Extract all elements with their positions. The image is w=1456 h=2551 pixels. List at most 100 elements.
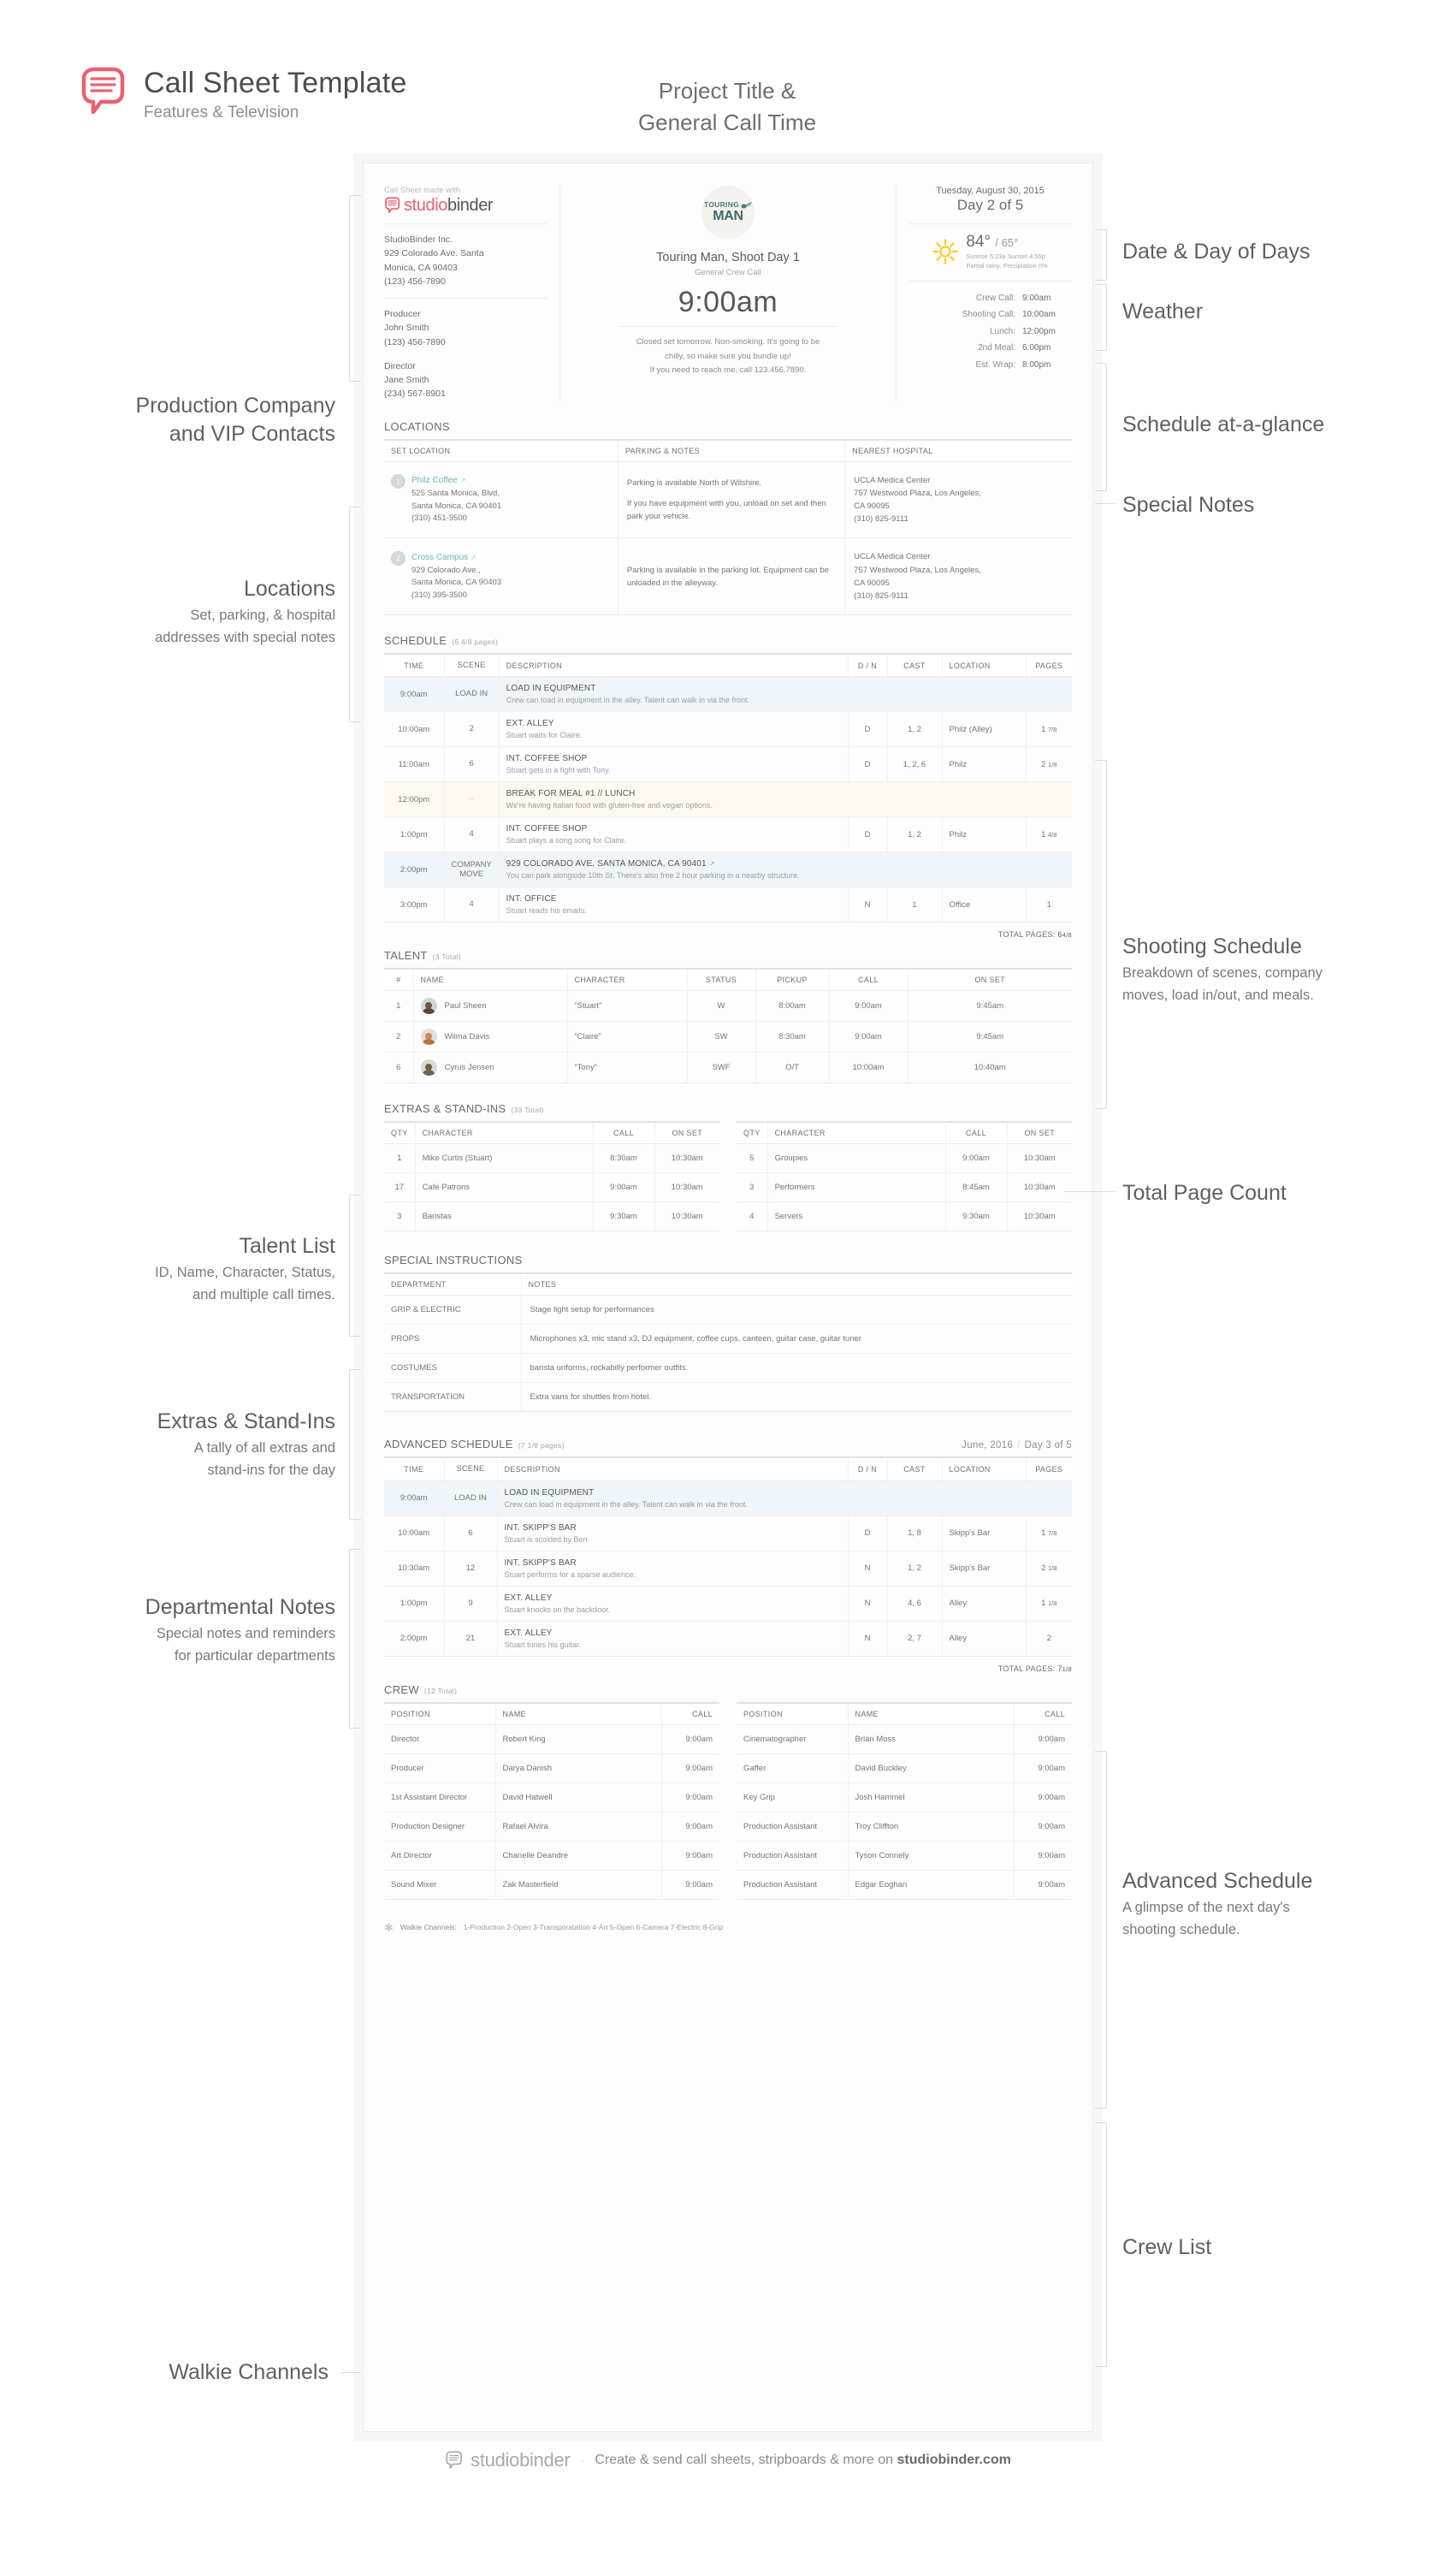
location-phone: (310) 451-9500 [411,513,467,524]
table-row: Director Robert King 9:00am [384,1724,719,1754]
location-link[interactable]: Philz Coffee [411,476,458,485]
row-pages: 1 [1046,899,1051,910]
row-pages-fraction: 7/8 [1048,1529,1057,1538]
location-number-badge: 1 [391,474,405,489]
footer-link[interactable]: studiobinder.com [897,2453,1010,2467]
annotation-heading: Crew List [1122,2235,1212,2259]
schedule-page-count: (6 4/8 pages) [452,638,499,647]
bracket-schedule-glance [1095,363,1107,491]
col-location: LOCATION [942,653,1027,678]
col-on-set: ON SET [654,1121,719,1145]
crew-name: David Hatwell [495,1783,662,1812]
glance-value: 10:00am [1022,310,1056,319]
bracket-production-company [349,195,361,382]
location-link[interactable]: Cross Campus [411,553,468,562]
annotation-heading: Date & Day of Days [1122,240,1311,264]
row-day-night: N [848,887,888,923]
schedule-total-pages: TOTAL PAGES: 64/8 [384,923,1072,939]
glance-row: 2nd Meal: 6:00pm [909,340,1072,357]
row-description-sub: Stuart gets in a fight with Tony. [506,766,611,775]
location-address-2: Santa Monica, CA 90403 [411,578,502,588]
table-row: 3 Performers 8:45am 10:30am [737,1172,1072,1203]
talent-character: “Tony” [567,1052,688,1084]
talent-name: Wilma Davis [444,1032,490,1042]
talent-name: Cyrus Jensen [444,1063,494,1073]
hospital-address-2: CA 90095 [854,501,890,512]
studiobinder-mark-icon [385,197,400,213]
annotation-talent-list: Talent List ID, Name, Character, Status,… [17,1232,335,1306]
talent-id: 6 [384,1052,414,1084]
row-location: Philz [942,746,1027,783]
row-description-head: BREAK FOR MEAL #1 // LUNCH [506,789,636,799]
col-qty: QTY [737,1121,768,1145]
annotation-line-2: General Call Time [637,109,817,135]
col-name: NAME [413,968,568,992]
location-phone: (310) 395-3500 [411,590,467,600]
crew-position: 1st Assistant Director [384,1783,496,1812]
parking-note: If you have equipment with you, unload o… [626,498,826,522]
row-day-night: D [848,746,888,783]
page-title: Call Sheet Template [144,67,407,99]
bracket-crew-list [1095,2122,1107,2367]
crew-call: 9:00am [1014,1724,1072,1754]
bracket-advanced-schedule [1095,1751,1107,2109]
annotation-text-line-2: shooting schedule. [1122,1922,1240,1938]
table-row: 10:00am 6 INT. SKIPP'S BAR Stuart is scol… [384,1516,1072,1551]
extras-on-set: 10:30am [654,1143,719,1174]
crew-position: Production Designer [384,1812,496,1842]
table-row: 1:00pm 4 INT. COFFEE SHOP Stuart plays a … [384,816,1072,853]
company-address-line-2: Monica, CA 90403 [384,262,458,273]
divider [384,223,547,224]
crew-call: 9:00am [1014,1812,1072,1842]
made-with-label: Call Sheet made with [384,186,461,194]
production-logo-top-text: TOURING [703,200,740,210]
talent-count: (3 Total) [432,952,461,962]
extras-qty: 5 [737,1143,768,1174]
annotation-text-line-2: addresses with special notes [155,630,335,646]
department-name: TRANSPORTATION [384,1382,522,1413]
weather-sunrise-sunset: Sunrise 5:23a Sunset 4:55p [966,252,1045,260]
special-instructions-section: SPECIAL INSTRUCTIONS DEPARTMENT NOTES GR… [384,1254,1072,1413]
extras-call: 9:30am [593,1201,655,1232]
production-logo-main-text: MAN [713,208,743,223]
row-time: 2:00pm [384,1621,445,1657]
leader-line-walkie [340,2372,361,2373]
row-cast: 1, 2, 6 [887,746,943,783]
contact-role-label: Producer [384,309,421,320]
extras-call: 9:00am [593,1172,655,1203]
table-row: 6 Cyrus Jensen “Tony” SWF O/T 10:00am 10… [384,1052,1072,1084]
row-description-sub: Stuart waits for Claire. [506,731,583,740]
row-description-head: EXT. ALLEY [504,1593,553,1603]
annotation-heading: Departmental Notes [145,1595,335,1619]
annotation-departmental-notes: Departmental Notes Special notes and rem… [17,1593,335,1667]
annotation-text-line-1: A glimpse of the next day's [1122,1899,1290,1915]
extras-call: 9:30am [945,1201,1008,1232]
crew-position: Gaffer [737,1753,849,1783]
row-cast: 1, 8 [887,1516,943,1551]
external-link-icon: ↗ [471,553,476,561]
page-subtitle: Features & Television [144,104,299,122]
crew-call: 9:00am [1014,1870,1072,1900]
row-description-sub: Stuart knocks on the backdoor. [504,1605,611,1614]
row-pages: 2 [1046,1634,1051,1644]
col-id: # [384,968,414,992]
extras-count: (33 Total) [511,1106,544,1115]
advanced-schedule-page-count: (7 1/8 pages) [518,1441,565,1451]
divider [909,280,1072,282]
bracket-shooting-schedule [1095,760,1107,1109]
row-description-head: LOAD IN EQUIPMENT [504,1487,595,1498]
row-scene: 4 [444,887,500,923]
talent-section: TALENT (3 Total) # NAME CHARACTER STATUS… [384,949,1072,1084]
table-row: 1 Philz Coffee ↗ 525 Santa Monica, Blvd, … [384,461,1072,539]
external-link-icon: ↗ [459,477,466,485]
table-row: TRANSPORTATION Extra vans for shuttles f… [384,1382,1072,1413]
row-pages: 1 [1041,829,1046,839]
department-name: PROPS [384,1324,522,1355]
annotation-extras-standins: Extras & Stand-Ins A tally of all extras… [17,1408,335,1481]
table-row: 3 Baristas 9:30am 10:30am [384,1201,719,1232]
separator: / [1017,1440,1021,1451]
row-scene: 12 [444,1551,498,1587]
row-time: 12:00pm [384,781,445,818]
table-row: 2:00pm 21 EXT. ALLEY Stuart tunes his gui… [384,1621,1072,1657]
external-link-icon[interactable]: ↗ [709,860,715,868]
